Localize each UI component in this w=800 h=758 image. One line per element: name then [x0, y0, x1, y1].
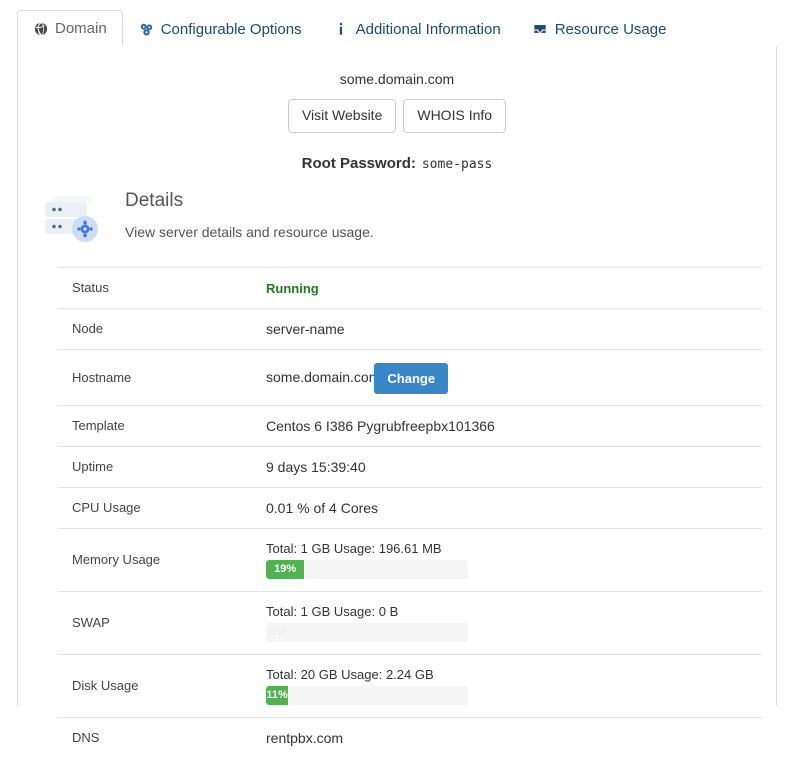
row-value: Running — [260, 267, 762, 308]
progress-fill: 19% — [266, 559, 305, 579]
table-row: CPU Usage 0.01 % of 4 Cores — [58, 487, 762, 528]
details-table: Status Running Node server-name Hostname some… — [58, 267, 762, 758]
visit-website-button[interactable]: Visit Website — [287, 99, 397, 133]
tab-resource-usage-label: Resource Usage — [554, 20, 667, 38]
row-label: SWAP — [72, 615, 110, 631]
details-subtitle: View server details and resource usage. — [125, 223, 374, 240]
domain-action-buttons: Visit Website WHOIS Info — [18, 99, 776, 133]
tab-domain[interactable]: Domain — [17, 10, 123, 47]
server-gear-icon — [43, 194, 105, 249]
domain-panel: some.domain.com Visit Website WHOIS Info… — [17, 46, 777, 746]
usage-progress-bar: 19% — [266, 559, 468, 579]
table-row: SWAP Total: 1 GB Usage: 0 B 0% — [58, 591, 762, 654]
details-text: Details View server details and resource… — [125, 188, 374, 240]
tab-domain-label: Domain — [55, 20, 107, 37]
globe-icon — [33, 21, 48, 36]
inbox-icon — [533, 22, 548, 37]
row-value: 9 days 15:39:40 — [266, 458, 366, 475]
puzzle-icon — [139, 22, 154, 37]
usage-summary: Total: 20 GB Usage: 2.24 GB — [266, 666, 434, 682]
domain-header: some.domain.com Visit Website WHOIS Info… — [18, 46, 776, 172]
row-label: Uptime — [72, 459, 114, 475]
tab-configurable-options[interactable]: Configurable Options — [123, 10, 318, 47]
table-row: Node server-name — [58, 308, 762, 349]
table-row: Uptime 9 days 15:39:40 — [58, 446, 762, 487]
row-label: CPU Usage — [72, 500, 141, 516]
details-table-body: Status Running Node server-name Hostname some… — [58, 267, 762, 758]
usage-summary: Total: 1 GB Usage: 196.61 MB — [266, 540, 442, 556]
root-password: Root Password: some-pass — [18, 155, 776, 172]
tab-strip: Domain Configurable Options Additional I… — [17, 10, 777, 47]
status-badge: Running — [266, 280, 319, 296]
details-block: Details View server details and resource… — [18, 188, 776, 249]
row-value: Centos 6 I386 Pygrubfreepbx101366 — [266, 417, 495, 434]
table-row: DNS rentpbx.com — [58, 717, 762, 758]
progress-fill: 11% — [266, 685, 289, 705]
row-value: Total: 1 GB Usage: 0 B 0% — [260, 591, 762, 654]
row-value: rentpbx.com — [266, 729, 344, 746]
row-value: server-name — [266, 320, 345, 337]
row-value: 0.01 % of 4 Cores — [266, 499, 379, 516]
info-icon — [334, 22, 349, 37]
root-password-label: Root Password: — [301, 154, 416, 172]
table-row: Hostname some.domain.com Change — [58, 349, 762, 405]
table-row: Disk Usage Total: 20 GB Usage: 2.24 GB 11% — [58, 654, 762, 717]
whois-info-button[interactable]: WHOIS Info — [403, 99, 507, 133]
root-password-value: some-pass — [421, 156, 493, 172]
hostname-value: some.domain.com — [266, 368, 381, 385]
table-row: Template Centos 6 I386 Pygrubfreepbx10136… — [58, 405, 762, 446]
usage-progress-bar: 0% — [266, 622, 468, 642]
row-value: Total: 1 GB Usage: 196.61 MB 19% — [260, 528, 762, 591]
row-label: Template — [72, 418, 125, 434]
row-label: Memory Usage — [72, 552, 161, 568]
row-label: Node — [72, 321, 104, 337]
row-label: Hostname — [72, 369, 132, 385]
row-label: Status — [72, 280, 109, 296]
tab-additional-information[interactable]: Additional Information — [318, 10, 517, 47]
tab-additional-information-label: Additional Information — [355, 20, 501, 38]
usage-progress-bar: 11% — [266, 685, 468, 705]
progress-fill: 0% — [270, 625, 286, 638]
table-row: Status Running — [58, 267, 762, 308]
tab-configurable-options-label: Configurable Options — [160, 20, 302, 38]
change-hostname-button[interactable]: Change — [374, 362, 449, 394]
row-label: Disk Usage — [72, 678, 139, 694]
row-value: some.domain.com Change — [260, 349, 762, 405]
details-title: Details — [125, 189, 184, 211]
usage-summary: Total: 1 GB Usage: 0 B — [266, 603, 399, 619]
domain-name: some.domain.com — [339, 71, 455, 87]
row-value: Total: 20 GB Usage: 2.24 GB 11% — [260, 654, 762, 717]
row-label: DNS — [72, 730, 100, 746]
table-row: Memory Usage Total: 1 GB Usage: 196.61 MB… — [58, 528, 762, 591]
tab-resource-usage[interactable]: Resource Usage — [517, 10, 683, 47]
